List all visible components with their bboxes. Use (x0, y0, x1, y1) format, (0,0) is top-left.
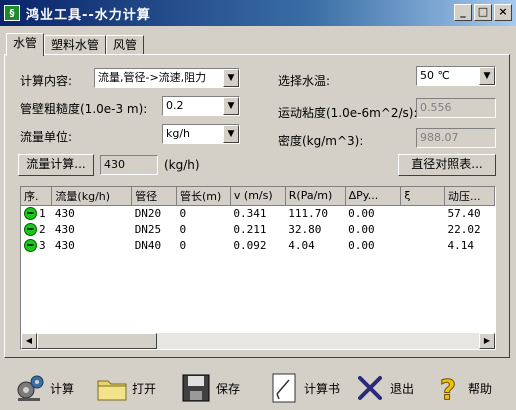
exit-x-icon (358, 376, 382, 400)
density-label: 密度(kg/m^3): (278, 134, 364, 148)
chevron-down-icon[interactable]: ▼ (479, 67, 495, 85)
minimize-button[interactable]: _ (454, 4, 472, 21)
cell-xi (401, 205, 445, 221)
cell-flow: 430 (54, 206, 75, 220)
status-ok-icon (24, 206, 37, 220)
cell-resistance: 32.80 (288, 222, 322, 236)
cell-diameter: DN40 (134, 238, 162, 252)
cell-xi (401, 221, 445, 237)
cell-resistance: 4.04 (288, 238, 315, 252)
flow-calc-button[interactable]: 流量计算... (18, 154, 94, 176)
scroll-left-icon[interactable]: ◀ (21, 333, 37, 349)
calc-content-label: 计算内容: (20, 74, 73, 88)
cell-flow: 430 (54, 222, 75, 236)
cell-length: 0 (179, 238, 187, 252)
diameter-table-button[interactable]: 直径对照表... (398, 154, 496, 176)
table-row[interactable]: 1 430 DN20 0 0.341 111.70 0.00 57.40 (21, 205, 495, 221)
flow-unit-text: (kg/h) (164, 158, 200, 172)
table-row[interactable]: 3 430 DN40 0 0.092 4.04 0.00 4.14 (21, 237, 495, 253)
density-field: 988.07 (416, 128, 496, 148)
maximize-button[interactable]: □ (474, 4, 492, 21)
tab-strip: 水管 塑料水管 风管 (6, 33, 145, 56)
save-button[interactable]: 保存 (180, 370, 240, 406)
col-header-dpy[interactable]: ΔPy... (345, 187, 402, 206)
flow-unit-select[interactable]: kg/h ▼ (162, 124, 240, 144)
col-header-dynamic-pressure[interactable]: 动压... (444, 187, 495, 206)
cell-flow: 430 (54, 238, 75, 252)
col-header-index[interactable]: 序. (21, 187, 53, 206)
flow-unit-label: 流量单位: (20, 130, 73, 144)
col-header-flow[interactable]: 流量(kg/h) (51, 187, 133, 206)
tab-plastic-pipe[interactable]: 塑料水管 (44, 35, 107, 55)
cell-dpy: 0.00 (348, 206, 375, 220)
scroll-thumb[interactable] (37, 333, 157, 349)
col-header-resistance[interactable]: R(Pa/m) (285, 187, 346, 206)
app-logo-icon: § (4, 5, 20, 21)
water-temp-label: 选择水温: (278, 74, 331, 88)
floppy-disk-icon (182, 374, 210, 402)
cell-dynamic-pressure: 57.40 (447, 206, 481, 220)
col-header-xi[interactable]: ξ (400, 187, 446, 206)
window-title: 鸿业工具--水力计算 (26, 7, 151, 23)
cell-resistance: 111.70 (288, 206, 329, 220)
report-button[interactable]: 计算书 (268, 370, 340, 406)
viscosity-label: 运动粘度(1.0e-6m^2/s): (278, 106, 418, 120)
cell-velocity: 0.341 (233, 206, 267, 220)
col-header-diameter[interactable]: 管径 (131, 187, 178, 206)
chevron-down-icon[interactable]: ▼ (223, 125, 239, 143)
help-question-icon: ? (439, 373, 456, 405)
title-bar[interactable]: § 鸿业工具--水力计算 _ □ × (0, 0, 516, 26)
cell-dynamic-pressure: 22.02 (447, 222, 481, 236)
tab-air-duct[interactable]: 风管 (106, 35, 145, 55)
results-grid[interactable]: 序. 流量(kg/h) 管径 管长(m) v (m/s) R(Pa/m) ΔPy… (20, 186, 496, 350)
status-ok-icon (24, 238, 37, 252)
cell-dynamic-pressure: 4.14 (447, 238, 475, 252)
chevron-down-icon[interactable]: ▼ (223, 69, 239, 87)
app-window: § 鸿业工具--水力计算 _ □ × 水管 塑料水管 风管 计算内容: 流量,管… (0, 0, 516, 410)
cell-velocity: 0.092 (233, 238, 267, 252)
horizontal-scrollbar[interactable]: ◀ ▶ (21, 333, 495, 349)
cell-length: 0 (179, 206, 187, 220)
cell-length: 0 (179, 222, 187, 236)
cell-diameter: DN20 (134, 206, 162, 220)
cell-dpy: 0.00 (348, 222, 375, 236)
water-temp-select[interactable]: 50 ℃ ▼ (416, 66, 496, 86)
tab-water-pipe[interactable]: 水管 (6, 33, 45, 56)
table-row[interactable]: 2 430 DN25 0 0.211 32.80 0.00 22.02 (21, 221, 495, 237)
roughness-select[interactable]: 0.2 ▼ (162, 96, 240, 116)
svg-text:?: ? (440, 373, 456, 404)
col-header-velocity[interactable]: v (m/s) (230, 187, 286, 206)
folder-icon (97, 380, 127, 401)
chevron-down-icon[interactable]: ▼ (223, 97, 239, 115)
report-document-icon (272, 373, 296, 403)
calculate-button[interactable]: 计算 (14, 370, 74, 406)
status-ok-icon (24, 222, 37, 236)
roughness-label: 管壁粗糙度(1.0e-3 m): (20, 102, 148, 116)
cell-xi (401, 237, 445, 253)
open-button[interactable]: 打开 (96, 370, 156, 406)
calculate-gears-icon (17, 375, 44, 401)
cell-velocity: 0.211 (233, 222, 267, 236)
help-button[interactable]: ? 帮助 (432, 370, 492, 406)
calc-content-select[interactable]: 流量,管径->流速,阻力 ▼ (94, 68, 240, 88)
close-button[interactable]: × (494, 4, 512, 21)
bottom-toolbar: 计算 打开 保存 计算书 退出 ? 帮助 (0, 366, 516, 410)
exit-button[interactable]: 退出 (354, 370, 414, 406)
flow-value-field[interactable]: 430 (100, 155, 158, 175)
cell-dpy: 0.00 (348, 238, 375, 252)
grid-header-row: 序. 流量(kg/h) 管径 管长(m) v (m/s) R(Pa/m) ΔPy… (21, 187, 495, 206)
col-header-length[interactable]: 管长(m) (176, 187, 231, 206)
viscosity-field: 0.556 (416, 98, 496, 118)
scroll-right-icon[interactable]: ▶ (479, 333, 495, 349)
cell-diameter: DN25 (134, 222, 162, 236)
